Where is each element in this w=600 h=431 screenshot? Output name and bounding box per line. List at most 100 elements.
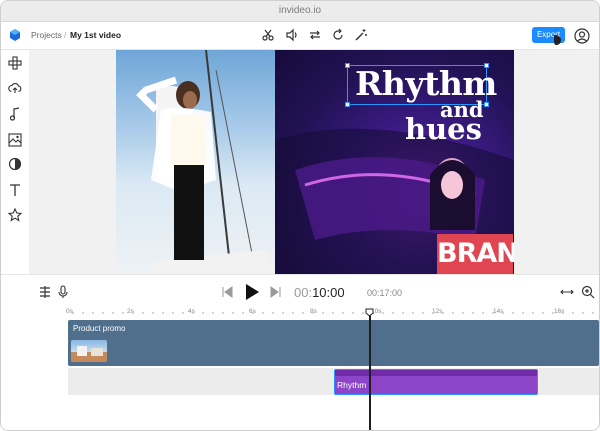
ruler-tick-mark xyxy=(162,312,164,314)
ruler-tick-mark xyxy=(562,312,564,314)
ruler-tick-mark xyxy=(272,312,274,314)
ruler-tick-mark xyxy=(172,312,174,314)
current-time: 00:10:00 xyxy=(294,285,345,300)
ruler-tick-mark xyxy=(112,312,114,314)
rotate-icon[interactable] xyxy=(331,28,345,42)
ruler-tick-mark xyxy=(342,312,344,314)
text-icon[interactable] xyxy=(8,183,22,197)
zoom-in-icon[interactable] xyxy=(581,285,595,299)
browser-url[interactable]: invideo.io xyxy=(1,5,599,16)
scissors-icon[interactable] xyxy=(261,28,275,42)
resize-handle-bottom-left[interactable] xyxy=(345,102,350,107)
ruler-tick-mark xyxy=(132,312,134,314)
ruler-tick-mark xyxy=(592,312,594,314)
ruler-tick-mark xyxy=(422,312,424,314)
ruler-tick-mark xyxy=(92,312,94,314)
brand-badge[interactable]: BRAND xyxy=(437,234,514,274)
thumbnail-image xyxy=(71,346,107,362)
video-canvas[interactable]: Rhythm and hues BRAND xyxy=(116,50,514,274)
browser-titlebar: invideo.io xyxy=(1,1,599,22)
ruler-tick-mark xyxy=(102,312,104,314)
ruler-tick-mark xyxy=(152,312,154,314)
audio-clip-label: Rhythm xyxy=(337,380,367,390)
ruler-tick-mark xyxy=(522,312,524,314)
volume-icon[interactable] xyxy=(285,28,299,42)
timeline-ruler[interactable]: 0s2s4s6s8s10s12s14s16s xyxy=(58,308,599,320)
resize-handle-top-left[interactable] xyxy=(345,63,350,68)
video-track[interactable]: Product promo xyxy=(68,320,599,366)
ruler-tick-mark xyxy=(442,312,444,314)
ruler-tick-mark xyxy=(322,312,324,314)
swap-icon[interactable] xyxy=(308,28,322,42)
star-icon[interactable] xyxy=(8,208,22,222)
right-photo-scene[interactable]: Rhythm and hues BRAND xyxy=(275,50,514,274)
breadcrumb-project-name[interactable]: My 1st video xyxy=(70,30,121,40)
ruler-tick-mark xyxy=(552,312,554,314)
left-sidebar xyxy=(1,50,29,274)
current-time-prefix: 00: xyxy=(294,285,313,300)
audio-clip-rhythm[interactable]: Rhythm xyxy=(334,369,538,395)
ruler-tick-mark xyxy=(352,312,354,314)
invideo-logo-icon[interactable] xyxy=(8,28,22,42)
ruler-tick-mark xyxy=(452,312,454,314)
app-window: invideo.io Projects / My 1st video Expor… xyxy=(0,0,600,431)
player-controls: 00:10:00 00:17:00 xyxy=(1,274,599,308)
ruler-tick-mark xyxy=(512,312,514,314)
ruler-tick-mark xyxy=(302,312,304,314)
ruler-tick-mark xyxy=(232,312,234,314)
ruler-tick-mark xyxy=(572,312,574,314)
ruler-tick-mark xyxy=(242,312,244,314)
preview-stage: Rhythm and hues BRAND xyxy=(29,50,599,274)
total-duration: 00:17:00 xyxy=(367,288,403,298)
ruler-tick-mark xyxy=(282,312,284,314)
ruler-tick-mark xyxy=(262,312,264,314)
upload-icon[interactable] xyxy=(8,81,22,95)
ruler-tick-mark xyxy=(212,312,214,314)
ruler-tick-mark xyxy=(462,312,464,314)
breadcrumb-separator: / xyxy=(64,30,67,40)
ruler-tick-mark xyxy=(582,312,584,314)
ruler-tick-mark xyxy=(82,312,84,314)
subline-text-hues[interactable]: hues xyxy=(405,112,482,146)
play-icon[interactable] xyxy=(243,283,261,301)
video-thumbnail[interactable] xyxy=(71,340,107,362)
ruler-tick-mark xyxy=(192,312,194,314)
ruler-tick-mark xyxy=(412,312,414,314)
ruler-tick-mark xyxy=(142,312,144,314)
media-icon[interactable] xyxy=(8,133,22,147)
color-icon[interactable] xyxy=(8,157,22,171)
person-on-boat-illustration xyxy=(136,50,275,274)
timeline-tracks: Product promo Rhythm xyxy=(1,320,599,430)
timeline-settings-icon[interactable] xyxy=(38,285,52,299)
skip-forward-icon[interactable] xyxy=(269,285,283,299)
account-icon[interactable] xyxy=(574,28,590,44)
music-icon[interactable] xyxy=(8,107,22,121)
microphone-icon[interactable] xyxy=(56,285,70,299)
ruler-tick-mark xyxy=(72,312,74,314)
video-track-label: Product promo xyxy=(73,324,126,333)
ruler-tick-mark xyxy=(122,312,124,314)
magic-wand-icon[interactable] xyxy=(354,28,368,42)
ruler-tick-mark xyxy=(492,312,494,314)
ruler-tick-mark xyxy=(222,312,224,314)
left-photo-scene[interactable] xyxy=(116,50,275,274)
audio-clip-header xyxy=(335,370,537,376)
playhead-line[interactable] xyxy=(369,313,371,430)
ruler-tick-mark xyxy=(312,312,314,314)
ruler-tick-mark xyxy=(182,312,184,314)
breadcrumb-projects[interactable]: Projects xyxy=(31,30,62,40)
ruler-tick-mark xyxy=(382,312,384,314)
layout-icon[interactable] xyxy=(8,56,22,70)
ruler-tick-mark xyxy=(392,312,394,314)
playhead-handle-icon[interactable] xyxy=(365,308,374,317)
current-time-value: 10:00 xyxy=(312,285,345,300)
ruler-tick-mark xyxy=(252,312,254,314)
skip-back-icon[interactable] xyxy=(220,285,234,299)
mouse-cursor-icon xyxy=(554,35,561,45)
ruler-tick-mark xyxy=(332,312,334,314)
ruler-tick-mark xyxy=(432,312,434,314)
ruler-tick-mark xyxy=(362,312,364,314)
fit-width-icon[interactable] xyxy=(560,285,574,299)
ruler-tick-mark xyxy=(542,312,544,314)
ruler-tick-mark xyxy=(472,312,474,314)
